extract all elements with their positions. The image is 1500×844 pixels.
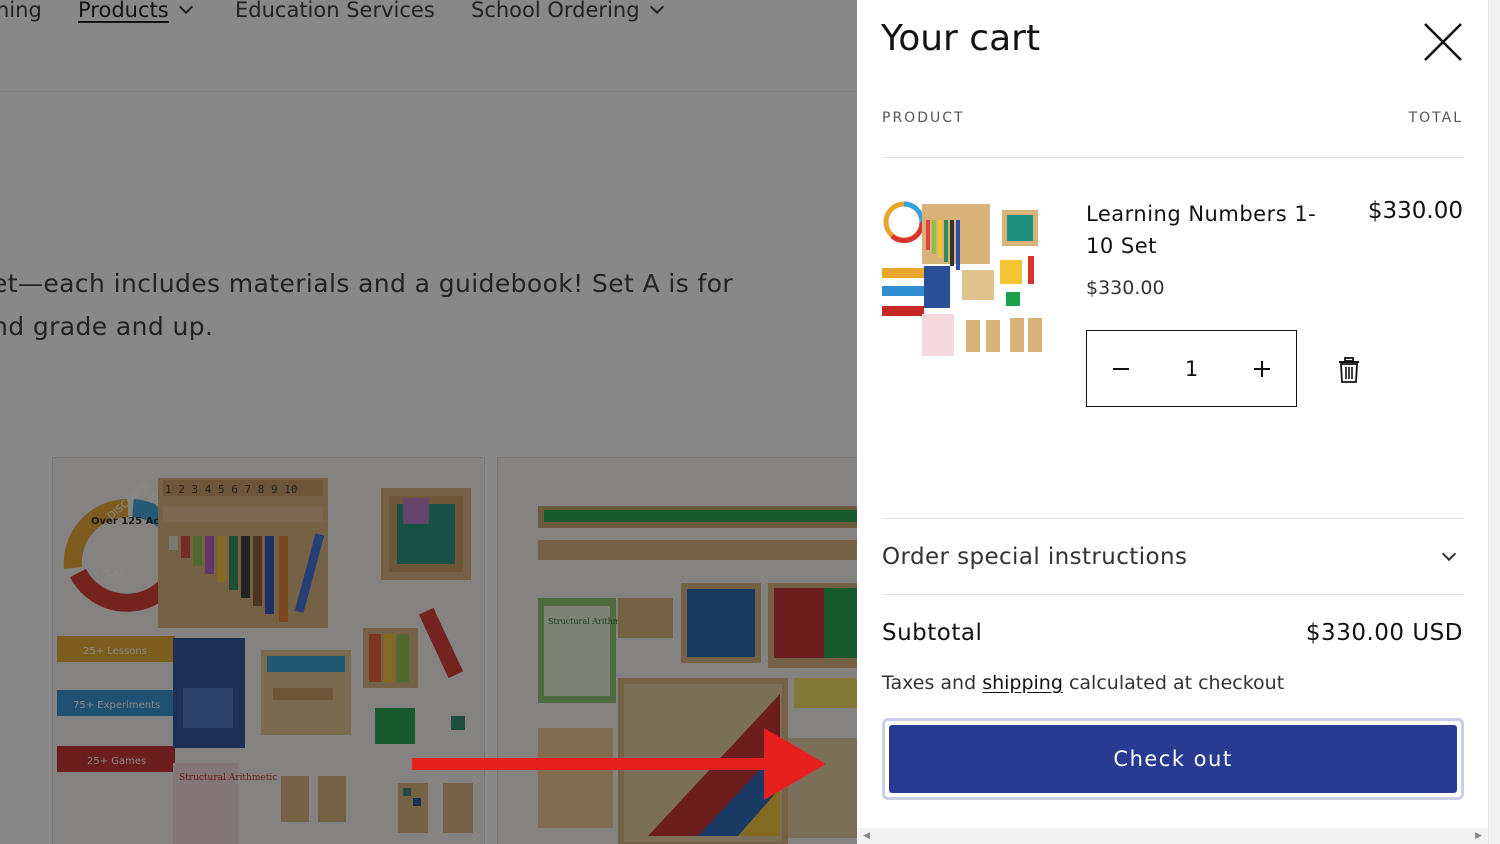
subtotal-value: $330.00 USD [1305,620,1463,646]
cart-title: Your cart [881,18,1041,59]
column-header-product: PRODUCT [882,110,965,126]
order-special-instructions-toggle[interactable]: Order special instructions [882,519,1464,595]
vertical-scrollbar[interactable] [1488,0,1500,844]
quantity-input[interactable] [1161,356,1222,381]
scroll-left-icon[interactable]: ◀ [863,831,870,841]
product-thumbnail-image [882,200,1044,360]
instructions-label: Order special instructions [882,544,1188,570]
background-page: ning Products Education Services School … [0,0,857,844]
column-header-total: TOTAL [1408,110,1463,126]
annotation-arrow-head [764,728,826,800]
cart-item-name[interactable]: Learning Numbers 1-10 Set [1086,198,1336,262]
trash-icon [1339,357,1359,383]
annotation-arrow-shaft [412,758,772,770]
modal-backdrop[interactable] [0,0,857,844]
horizontal-scrollbar[interactable]: ◀ ▶ [857,828,1488,844]
cart-item-thumbnail[interactable] [882,200,1044,360]
scroll-right-icon[interactable]: ▶ [1475,831,1482,841]
cart-drawer: Your cart PRODUCT TOTAL Learning Numbers… [857,0,1500,844]
minus-icon [1113,367,1129,370]
shipping-link[interactable]: shipping [982,672,1063,694]
close-cart-button[interactable] [1421,20,1465,64]
checkout-focus-ring: Check out [882,718,1464,800]
cart-item-line-total: $330.00 [1367,198,1463,224]
tax-note: Taxes and shipping calculated at checkou… [882,672,1284,694]
tax-note-suffix: calculated at checkout [1062,672,1285,694]
close-icon [1424,23,1462,61]
quantity-stepper [1086,330,1297,407]
remove-item-button[interactable] [1337,356,1361,384]
subtotal-label: Subtotal [882,620,983,646]
divider [882,594,1464,595]
plus-icon [1254,360,1270,377]
divider [882,157,1464,158]
decrease-quantity-button[interactable] [1101,349,1141,389]
checkout-button[interactable]: Check out [889,725,1457,793]
cart-item-unit-price: $330.00 [1086,277,1165,299]
tax-note-prefix: Taxes and [882,672,983,694]
increase-quantity-button[interactable] [1242,349,1282,389]
chevron-down-icon [1441,546,1457,562]
